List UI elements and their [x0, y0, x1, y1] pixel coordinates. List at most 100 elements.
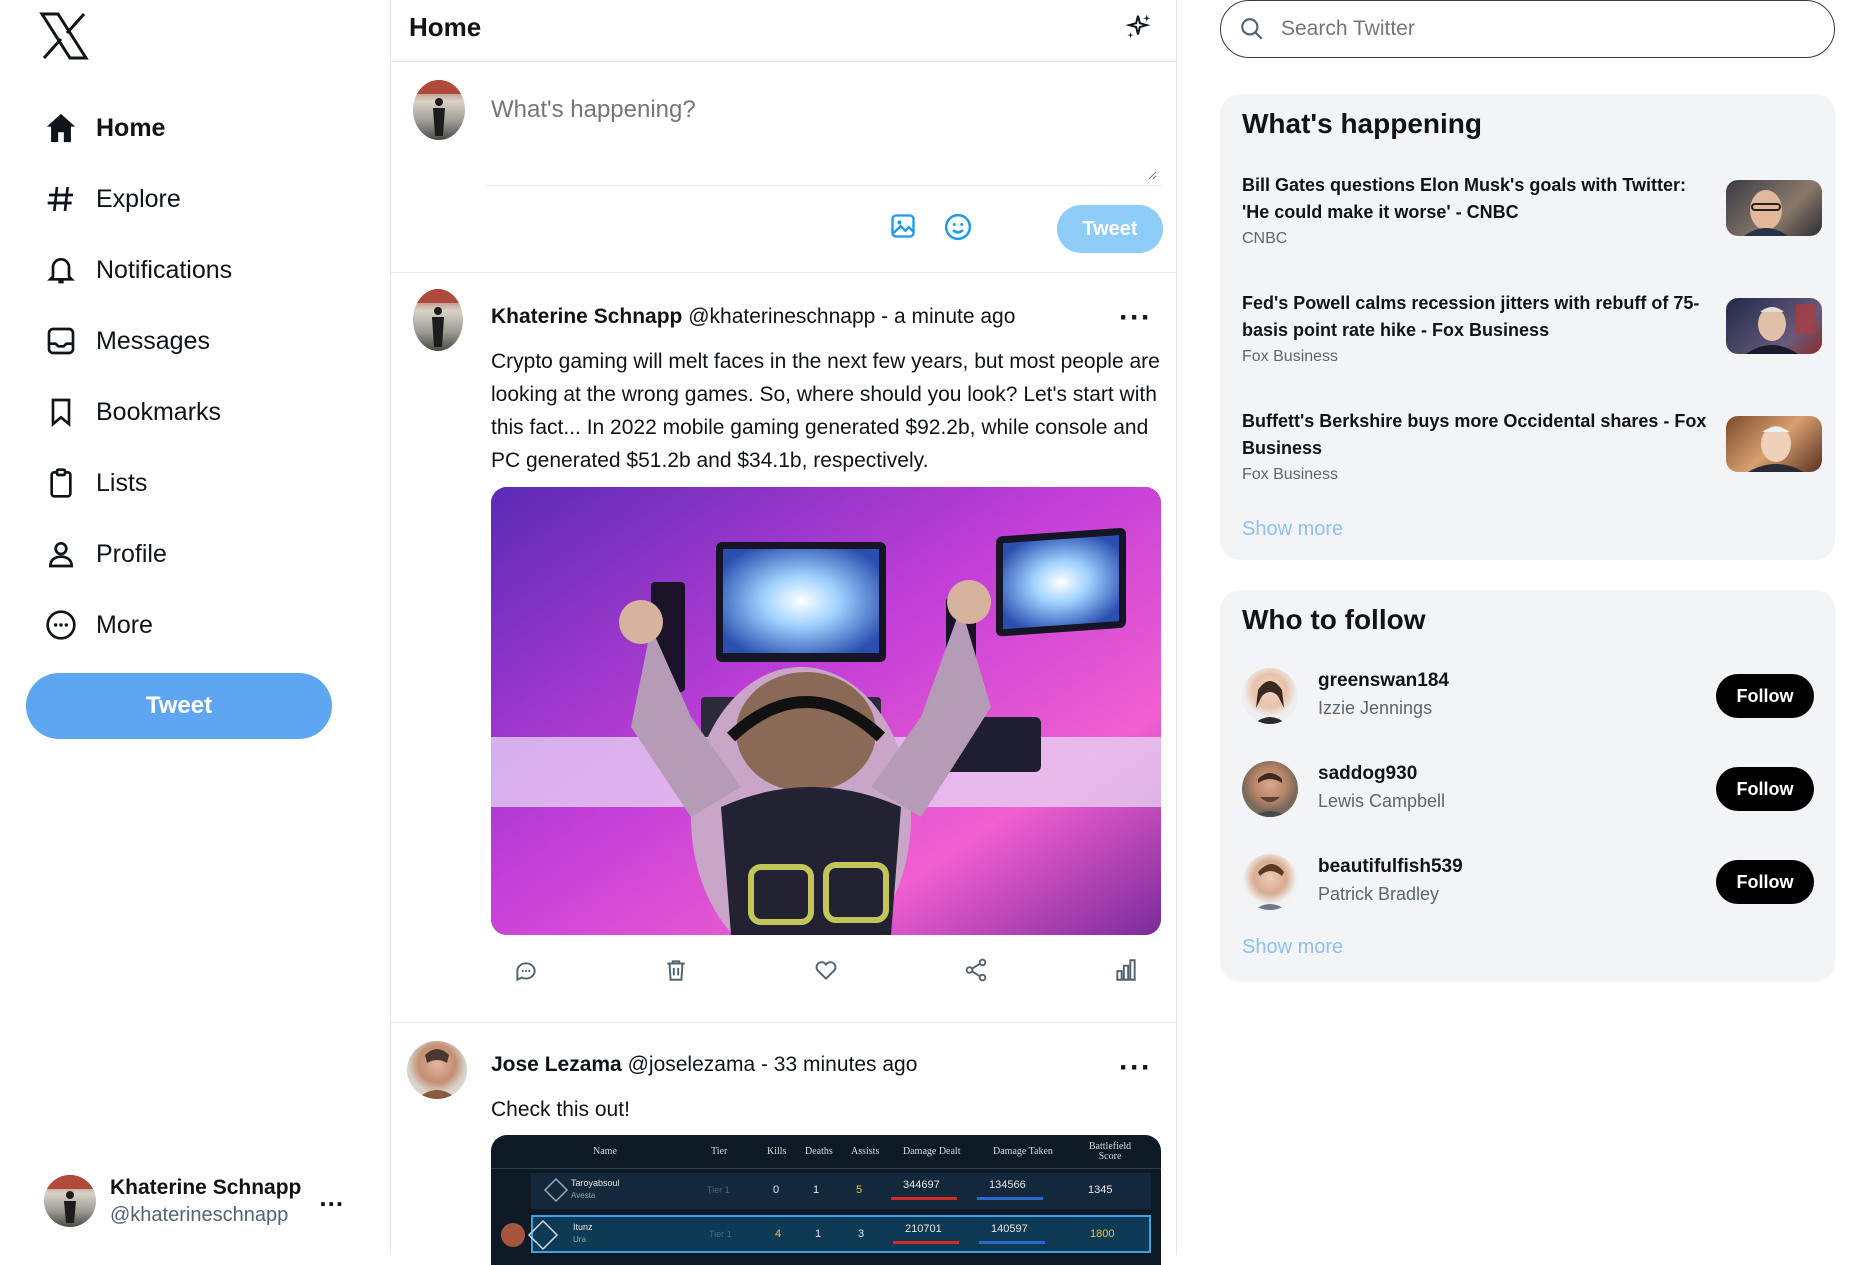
follow-username[interactable]: saddog930: [1318, 763, 1417, 785]
search-icon: [1241, 18, 1263, 40]
analytics-icon[interactable]: [1113, 957, 1139, 983]
show-more-link[interactable]: Show more: [1242, 936, 1343, 959]
nav-lists[interactable]: Lists: [40, 455, 147, 511]
emoji-icon[interactable]: [943, 212, 973, 242]
user-icon: [40, 533, 82, 575]
follow-suggestion[interactable]: greenswan184 Izzie Jennings Follow: [1242, 668, 1814, 728]
tweet-author-name[interactable]: Jose Lezama: [491, 1053, 622, 1076]
main-feed: Home Tweet Khaterine Schnapp @khaterines…: [390, 0, 1177, 1265]
tweet-image[interactable]: [491, 487, 1161, 935]
nav-messages[interactable]: Messages: [40, 313, 210, 369]
damage-bar: [891, 1197, 957, 1200]
nav-explore-label: Explore: [96, 184, 181, 213]
scoreboard-cell: Ura: [573, 1235, 586, 1244]
search-bar[interactable]: [1220, 0, 1835, 58]
account-switcher[interactable]: Khaterine Schnapp @khaterineschnapp ...: [44, 1175, 344, 1227]
sparkle-icon[interactable]: [1123, 12, 1153, 42]
hero-emblem-icon: [501, 1219, 559, 1251]
home-icon: [40, 107, 82, 149]
follow-button[interactable]: Follow: [1716, 767, 1814, 811]
news-item[interactable]: Fed's Powell calms recession jitters wit…: [1242, 290, 1822, 366]
tweet-avatar[interactable]: [407, 1041, 467, 1099]
bell-icon: [40, 249, 82, 291]
nav-profile[interactable]: Profile: [40, 526, 167, 582]
feed-header: Home: [391, 0, 1176, 62]
account-handle: @khaterineschnapp: [110, 1203, 289, 1226]
share-icon[interactable]: [963, 957, 989, 983]
scoreboard-col: Name: [593, 1146, 617, 1157]
tweet-image-scoreboard[interactable]: Name Tier Kills Deaths Assists Damage De…: [491, 1135, 1161, 1265]
image-icon[interactable]: [889, 212, 917, 240]
search-input[interactable]: [1281, 17, 1821, 41]
news-thumbnail: [1726, 180, 1822, 236]
avatar: [1242, 854, 1298, 910]
scoreboard-col: Kills: [767, 1146, 787, 1157]
scoreboard-cell: Itunz: [573, 1222, 593, 1232]
bookmark-icon: [40, 391, 82, 433]
like-icon[interactable]: [813, 957, 839, 983]
show-more-link[interactable]: Show more: [1242, 518, 1343, 541]
follow-username[interactable]: beautifulfish539: [1318, 856, 1463, 878]
follow-button[interactable]: Follow: [1716, 674, 1814, 718]
follow-display-name: Lewis Campbell: [1318, 791, 1446, 811]
scoreboard-cell: 1: [813, 1184, 820, 1196]
nav-bookmarks-label: Bookmarks: [96, 397, 222, 426]
nav-messages-label: Messages: [96, 326, 210, 355]
damage-bar: [979, 1241, 1045, 1244]
tweet-header: Khaterine Schnapp @khaterineschnapp - a …: [491, 305, 1015, 329]
tweet-card[interactable]: Khaterine Schnapp @khaterineschnapp - a …: [391, 273, 1176, 1023]
follow-display-name: Izzie Jennings: [1318, 698, 1433, 718]
scoreboard-cell: 344697: [903, 1179, 940, 1191]
scoreboard-cell: Tier 1: [709, 1229, 732, 1239]
scoreboard-cell: 140597: [991, 1223, 1028, 1235]
tweet-menu-button[interactable]: ···: [1119, 303, 1152, 333]
nav-bookmarks[interactable]: Bookmarks: [40, 384, 221, 440]
news-title: Bill Gates questions Elon Musk's goals w…: [1242, 175, 1687, 222]
scoreboard-col: Damage Taken: [993, 1146, 1053, 1157]
delete-icon[interactable]: [663, 957, 689, 983]
scoreboard-cell: 0: [773, 1184, 780, 1196]
tweet-author-handle[interactable]: @joselezama: [628, 1053, 756, 1076]
news-item[interactable]: Bill Gates questions Elon Musk's goals w…: [1242, 172, 1822, 248]
scoreboard-cell: 1345: [1088, 1184, 1113, 1196]
scoreboard-cell: Taroyabsoul: [571, 1178, 620, 1188]
tweet-avatar[interactable]: [413, 289, 463, 351]
follow-suggestion[interactable]: saddog930 Lewis Campbell Follow: [1242, 761, 1814, 821]
nav-explore[interactable]: Explore: [40, 171, 181, 227]
scoreboard-col: Damage Dealt: [903, 1146, 961, 1157]
follow-button[interactable]: Follow: [1716, 860, 1814, 904]
composer-tweet-button[interactable]: Tweet: [1057, 205, 1163, 253]
scoreboard-col: Assists: [851, 1146, 880, 1157]
clipboard-icon: [40, 462, 82, 504]
composer-divider: [487, 185, 1161, 186]
scoreboard-cell: 4: [775, 1228, 782, 1240]
reply-icon[interactable]: [513, 958, 539, 984]
nav-more-label: More: [96, 610, 153, 639]
nav-more[interactable]: More: [40, 597, 153, 653]
composer-input[interactable]: [487, 82, 1157, 180]
tweet-menu-button[interactable]: ···: [1119, 1053, 1152, 1083]
news-item[interactable]: Buffett's Berkshire buys more Occidental…: [1242, 408, 1822, 484]
damage-bar: [893, 1241, 959, 1244]
nav-home-label: Home: [96, 113, 166, 142]
follow-suggestion[interactable]: beautifulfish539 Patrick Bradley Follow: [1242, 854, 1814, 914]
tweet-card[interactable]: Jose Lezama @joselezama - 33 minutes ago…: [391, 1023, 1176, 1265]
x-logo-icon[interactable]: [38, 10, 90, 62]
tweet-author-name[interactable]: Khaterine Schnapp: [491, 305, 682, 328]
scoreboard-col: Battlefield Score: [1088, 1140, 1132, 1162]
account-menu-button[interactable]: ...: [319, 1184, 344, 1210]
nav-notifications[interactable]: Notifications: [40, 242, 232, 298]
follow-display-name: Patrick Bradley: [1318, 884, 1440, 904]
scoreboard-cell: 1: [815, 1228, 822, 1240]
tweet-button[interactable]: Tweet: [26, 673, 332, 739]
who-to-follow-title: Who to follow: [1242, 604, 1426, 635]
composer-avatar: [413, 80, 465, 140]
nav-home[interactable]: Home: [40, 100, 165, 156]
tweet-author-handle[interactable]: @khaterineschnapp: [688, 305, 875, 328]
tweet-header: Jose Lezama @joselezama - 33 minutes ago: [491, 1053, 917, 1077]
follow-username[interactable]: greenswan184: [1318, 670, 1449, 692]
scoreboard-cell: 134566: [989, 1179, 1026, 1191]
news-thumbnail: [1726, 298, 1822, 354]
whats-happening-title: What's happening: [1242, 108, 1482, 139]
tweet-timestamp: - 33 minutes ago: [760, 1053, 918, 1076]
